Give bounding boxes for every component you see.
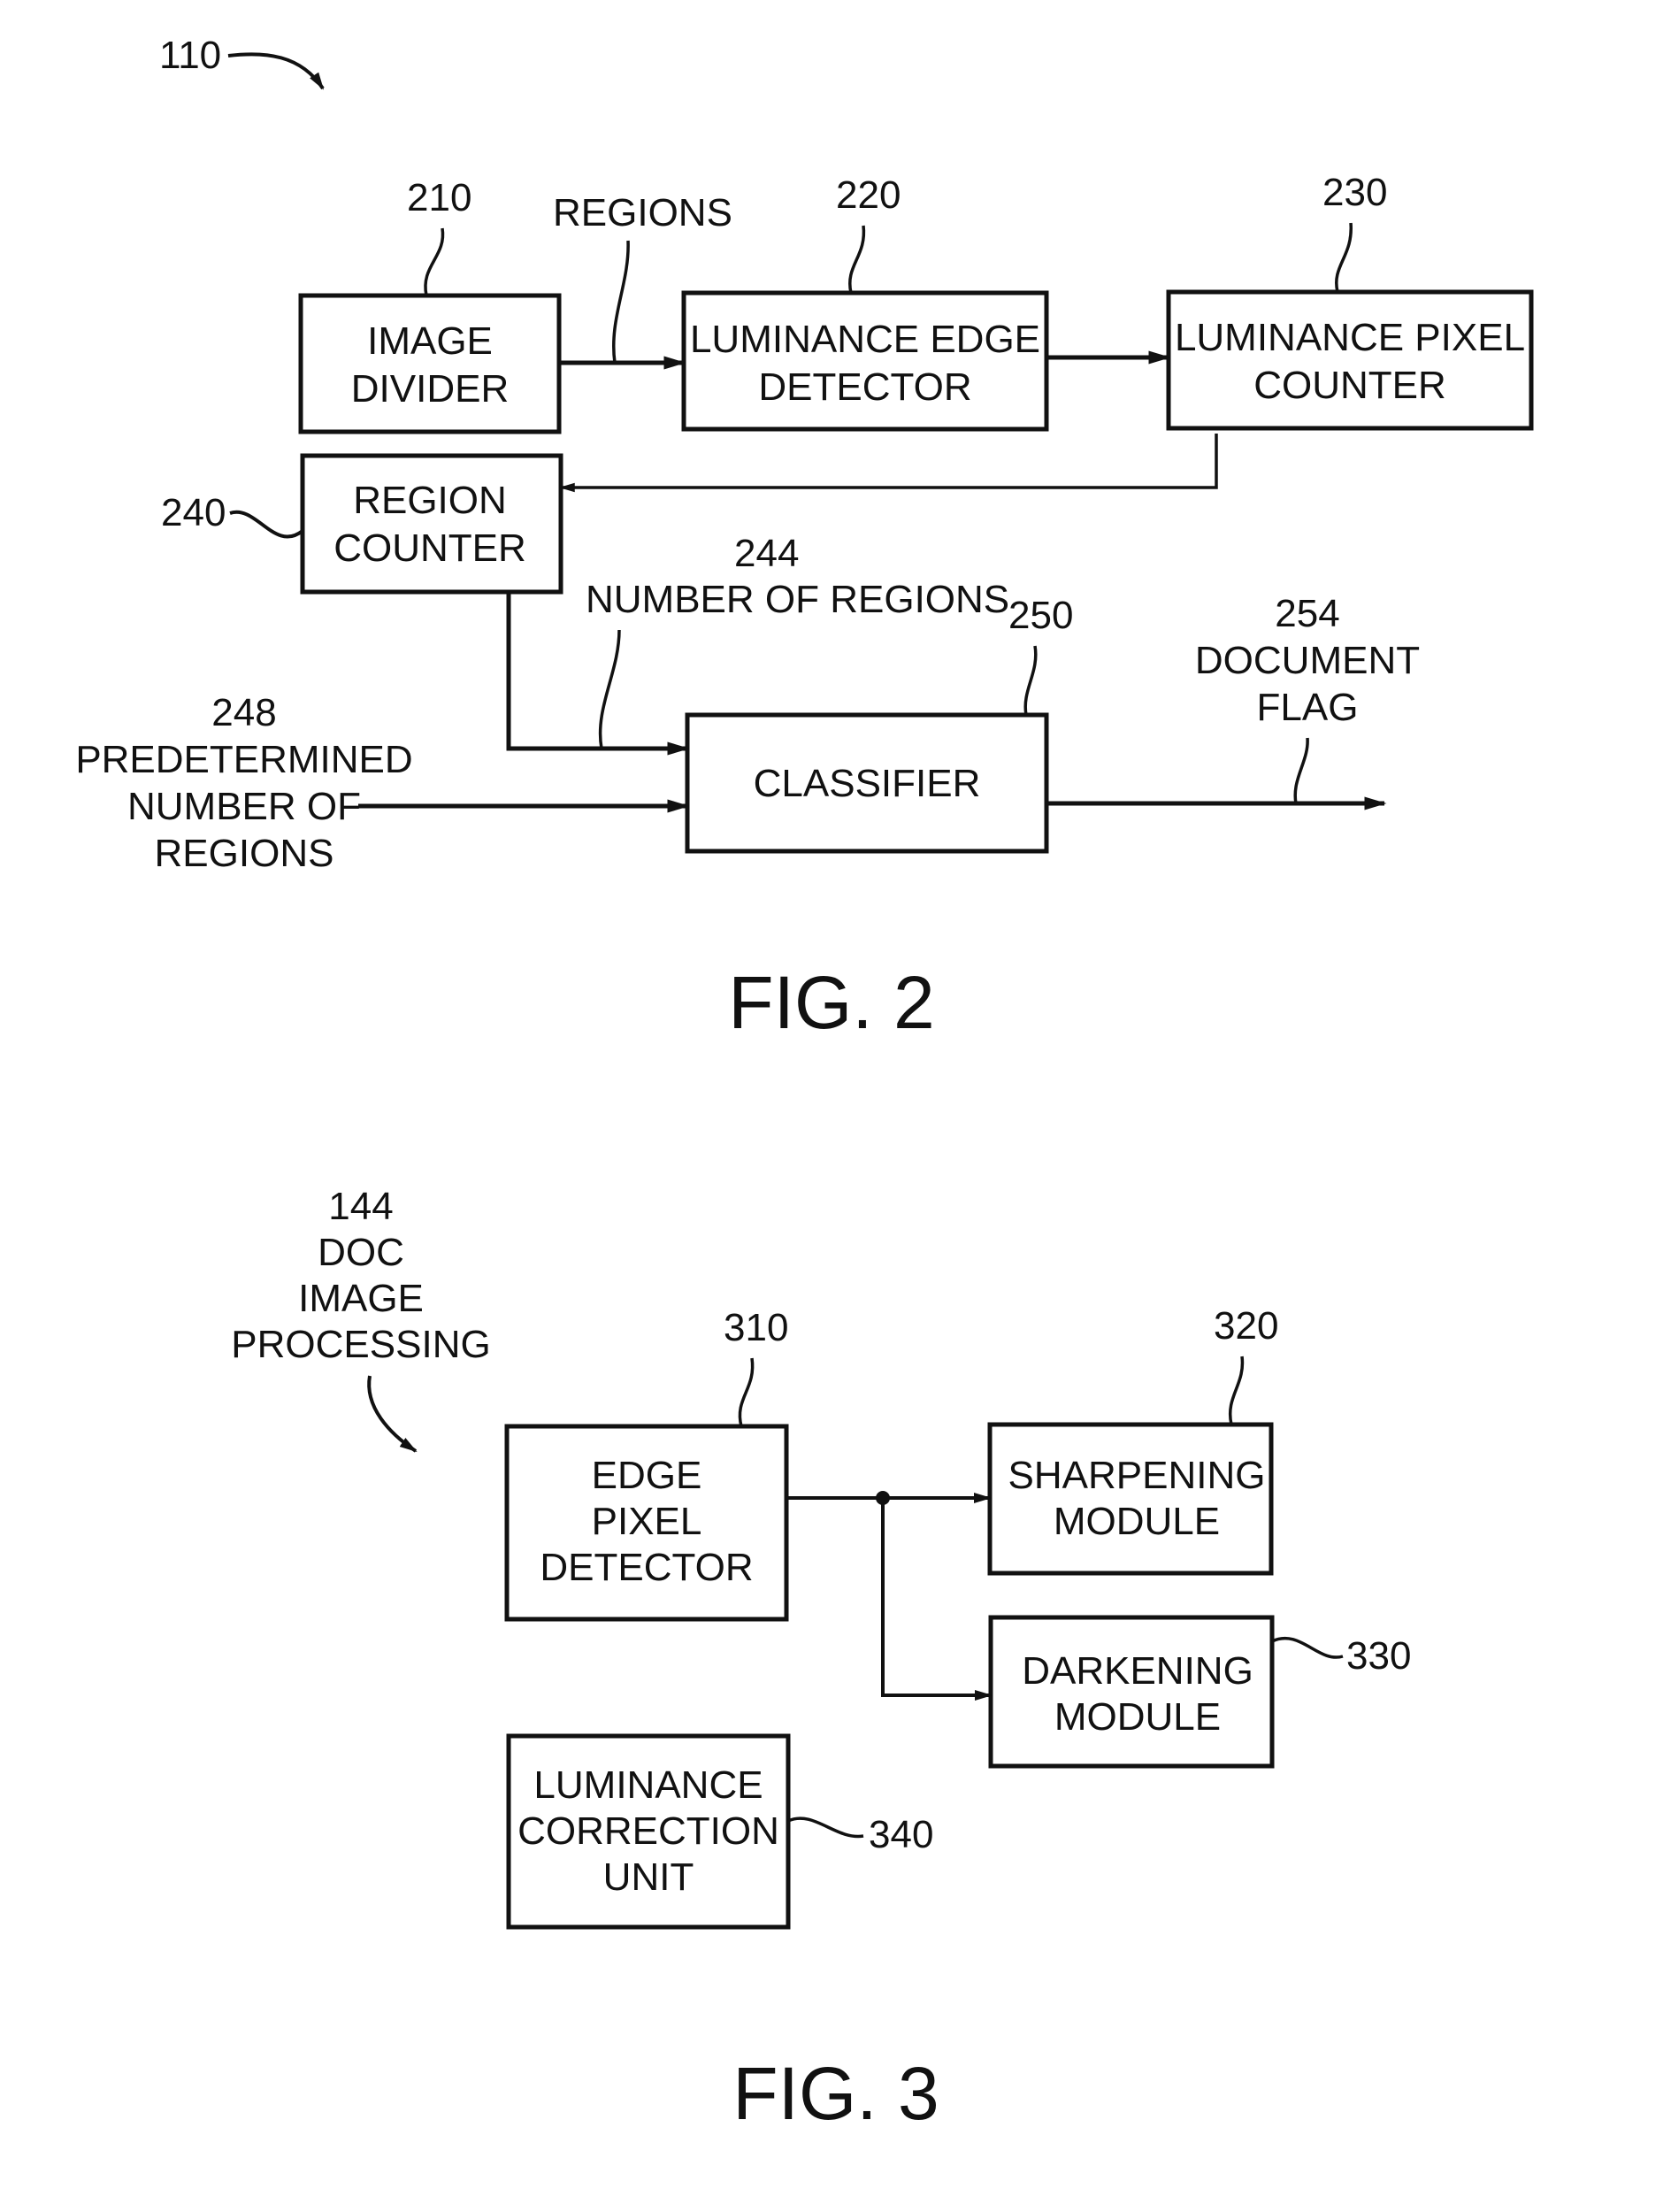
ref-110: 110 — [159, 34, 221, 77]
block-darkening-module: DARKENING MODULE — [988, 1615, 1275, 1769]
ref-220-leader — [848, 225, 866, 294]
system-label: IMAGE — [298, 1277, 424, 1320]
block-luminance-correction-unit: LUMINANCE CORRECTION UNIT — [506, 1733, 791, 1930]
ref-240-leader — [229, 510, 304, 539]
block-label: DARKENING — [1022, 1649, 1253, 1693]
fig3-caption: FIG. 3 — [732, 2052, 939, 2135]
ref-310-leader — [738, 1357, 755, 1427]
block-label: SHARPENING — [1008, 1454, 1266, 1497]
signal-predetermined: NUMBER OF — [127, 785, 361, 828]
ref-254: 254 — [1275, 592, 1339, 635]
block-label: LUMINANCE PIXEL — [1175, 316, 1525, 359]
signal-document-flag: DOCUMENT — [1195, 639, 1420, 682]
ref-144: 144 — [328, 1185, 393, 1228]
signal-predetermined: REGIONS — [155, 832, 334, 875]
document-flag-leader — [1293, 737, 1309, 804]
block-label: UNIT — [603, 1855, 694, 1899]
block-label: LUMINANCE EDGE — [690, 318, 1040, 361]
signal-document-flag: FLAG — [1257, 686, 1359, 729]
block-sharpening-module: SHARPENING MODULE — [987, 1422, 1274, 1576]
ref-340: 340 — [869, 1813, 933, 1856]
ref-248: 248 — [211, 691, 276, 734]
block-label: MODULE — [1054, 1500, 1220, 1543]
fig2-caption: FIG. 2 — [728, 961, 934, 1044]
block-label: EDGE — [592, 1454, 702, 1497]
ref-220: 220 — [836, 173, 901, 217]
ref-330: 330 — [1346, 1634, 1411, 1678]
block-label: MODULE — [1054, 1695, 1221, 1739]
signal-regions: REGIONS — [553, 191, 732, 234]
block-image-divider: IMAGE DIVIDER — [298, 293, 562, 434]
signal-predetermined: PREDETERMINED — [75, 738, 412, 781]
ref-244: 244 — [734, 532, 799, 575]
system-label: PROCESSING — [231, 1323, 490, 1366]
regions-leader — [612, 240, 630, 364]
block-label: PIXEL — [592, 1500, 702, 1543]
system-label: DOC — [318, 1231, 404, 1274]
ref-210-leader — [424, 227, 445, 296]
block-region-counter: REGION COUNTER — [300, 453, 563, 595]
ref-110-arrow — [227, 52, 325, 90]
block-edge-pixel-detector: EDGE PIXEL DETECTOR — [504, 1424, 789, 1622]
patent-drawing: 110 IMAGE DIVIDER 210 LUMINANCE EDGE DET… — [75, 34, 1534, 2135]
signal-number-of-regions: NUMBER OF REGIONS — [586, 578, 1009, 621]
wire-edge-to-darkening — [881, 1498, 993, 1701]
block-label: IMAGE — [367, 319, 493, 363]
ref-310: 310 — [724, 1306, 788, 1349]
ref-230: 230 — [1322, 171, 1387, 214]
ref-320-leader — [1228, 1356, 1245, 1425]
block-label: COUNTER — [333, 526, 526, 570]
number-of-regions-leader — [598, 629, 621, 749]
block-luminance-pixel-counter: LUMINANCE PIXEL COUNTER — [1166, 289, 1534, 431]
block-classifier: CLASSIFIER — [685, 712, 1049, 854]
wire-counter-to-region — [559, 434, 1218, 493]
ref-210: 210 — [407, 176, 471, 219]
block-label: CORRECTION — [517, 1809, 779, 1853]
block-luminance-edge-detector: LUMINANCE EDGE DETECTOR — [681, 290, 1049, 432]
block-label: CLASSIFIER — [754, 762, 981, 805]
ref-250-leader — [1023, 645, 1038, 716]
block-label: LUMINANCE — [533, 1763, 763, 1807]
ref-230-leader — [1335, 222, 1353, 293]
ref-250: 250 — [1008, 594, 1073, 637]
fig2: 110 IMAGE DIVIDER 210 LUMINANCE EDGE DET… — [75, 34, 1534, 1044]
block-label: COUNTER — [1253, 364, 1446, 407]
ref-340-leader — [787, 1816, 864, 1839]
block-label: REGION — [353, 479, 507, 522]
block-label: DIVIDER — [351, 367, 509, 411]
ref-320: 320 — [1214, 1304, 1278, 1348]
ref-330-leader — [1271, 1636, 1344, 1659]
ref-240: 240 — [161, 491, 226, 534]
block-label: DETECTOR — [540, 1546, 753, 1589]
block-label: DETECTOR — [758, 365, 971, 409]
fig3: 144 DOC IMAGE PROCESSING EDGE PIXEL DETE… — [231, 1185, 1411, 2135]
ref-144-arrow — [367, 1375, 418, 1453]
